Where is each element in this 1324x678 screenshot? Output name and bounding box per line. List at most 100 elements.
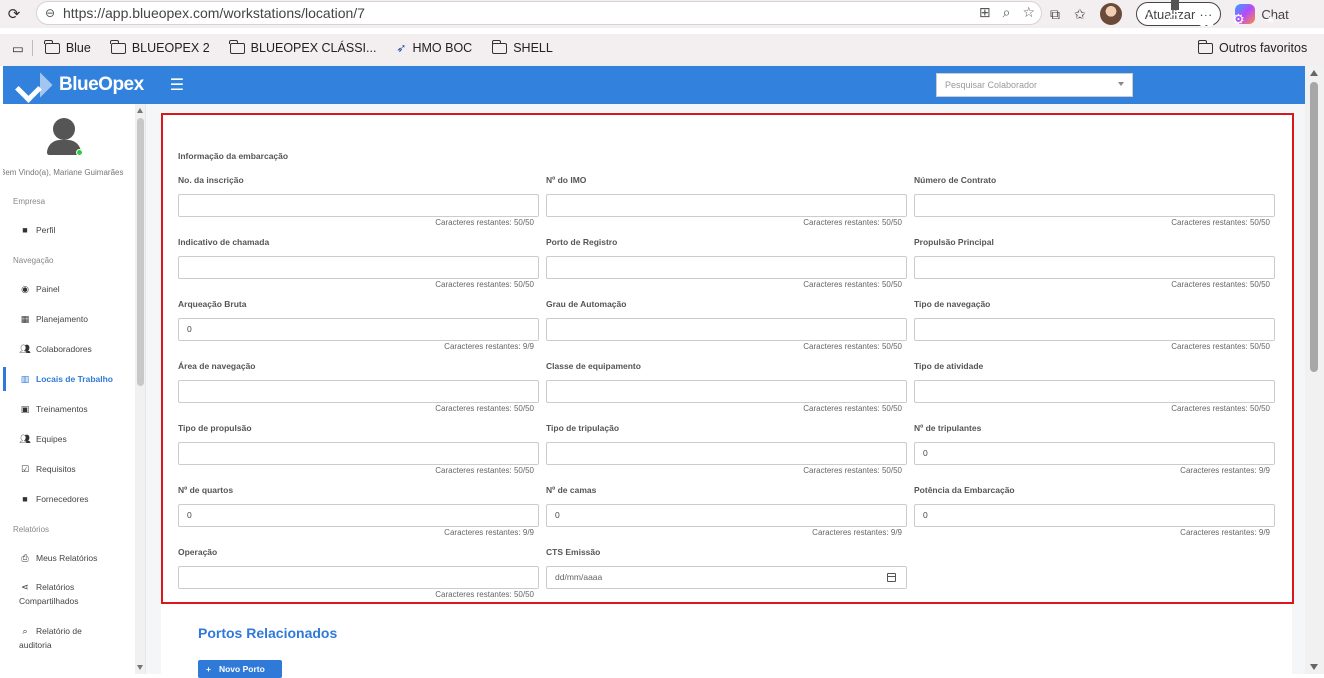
char-counter: Caracteres restantes: 50/50 — [435, 218, 534, 227]
app-available-icon[interactable]: ⊞ — [979, 4, 991, 21]
sidebar-item-perfil[interactable]: ■ Perfil — [3, 218, 135, 242]
sidebar-item-fornecedores[interactable]: ■ Fornecedores — [3, 487, 135, 511]
checkbox-icon: ☑ — [20, 463, 30, 474]
novo-porto-label: Novo Porto — [218, 664, 265, 674]
text-input[interactable] — [178, 194, 539, 217]
download-icon[interactable]: ⭳ — [1146, 7, 1151, 31]
sidebar-item-relatorios-compartilhados[interactable]: ⋖ Relatórios Compartilhados — [3, 578, 135, 608]
char-counter: Caracteres restantes: 50/50 — [803, 218, 902, 227]
sidebar-item-colaboradores[interactable]: 👥︎ Colaboradores — [3, 337, 135, 361]
scroll-down-icon[interactable] — [137, 665, 143, 670]
url-text[interactable]: https://app.blueopex.com/workstations/lo… — [63, 5, 365, 21]
text-input[interactable]: 0 — [178, 318, 539, 341]
text-input[interactable] — [914, 318, 1275, 341]
sidebar-item-locais-de-trabalho[interactable]: ▥ Locais de Trabalho — [3, 367, 135, 391]
field-label: Propulsão Principal — [914, 237, 994, 247]
calendar-icon: ▦ — [20, 313, 30, 324]
input-value: 0 — [923, 510, 928, 520]
text-input[interactable] — [914, 256, 1275, 279]
logo-mark-icon — [19, 74, 51, 96]
bookmark-label: SHELL — [513, 41, 553, 55]
scroll-up-icon[interactable] — [1310, 70, 1318, 76]
menu-toggle-icon[interactable]: ☰ — [170, 75, 184, 95]
profile-avatar[interactable] — [1099, 3, 1122, 25]
section-navegacao: Navegação — [13, 256, 54, 265]
bookmark-hmo-boc[interactable]: ➶ HMO BOC — [396, 41, 472, 55]
gear-icon[interactable]: ⚙ — [1232, 11, 1245, 28]
sidebar-item-label: Treinamentos — [36, 404, 88, 414]
text-input[interactable] — [546, 194, 907, 217]
text-input[interactable] — [178, 442, 539, 465]
address-bar[interactable]: ⊖ https://app.blueopex.com/workstations/… — [36, 1, 1042, 25]
brand-name: BlueOpex — [59, 74, 144, 95]
bookmark-shell[interactable]: SHELL — [491, 39, 553, 55]
reload-icon[interactable]: ⟳ — [0, 0, 28, 28]
brand-logo[interactable]: BlueOpex — [19, 74, 144, 96]
text-input[interactable] — [546, 380, 907, 403]
field-label: Tipo de tripulação — [546, 423, 620, 433]
user-avatar — [47, 118, 83, 156]
bookmark-blueopex-classico[interactable]: BLUEOPEX CLÁSSI... — [229, 39, 376, 55]
sidebar: Bem Vindo(a), Mariane Guimarães Empresa … — [3, 104, 146, 674]
field-label: Nº de quartos — [178, 485, 234, 495]
vessel-info-title: Informação da embarcação — [178, 151, 289, 161]
text-input[interactable]: 0 — [914, 504, 1275, 527]
sidebar-item-label: Perfil — [36, 225, 56, 235]
sidebar-item-equipes[interactable]: 👥︎ Equipes — [3, 427, 135, 451]
site-info-icon[interactable]: ⊖ — [37, 6, 63, 20]
zoom-icon[interactable]: ⌕ — [1003, 4, 1011, 21]
bookmark-label: Outros favoritos — [1219, 41, 1308, 55]
text-input[interactable] — [914, 380, 1275, 403]
novo-porto-button[interactable]: + Novo Porto — [198, 660, 282, 678]
folder-icon — [491, 39, 508, 54]
text-input[interactable] — [178, 256, 539, 279]
field-label: Tipo de propulsão — [178, 423, 252, 433]
sidebar-item-treinamentos[interactable]: ▣ Treinamentos — [3, 397, 135, 421]
date-input[interactable]: dd/mm/aaaa — [546, 566, 907, 589]
sidebar-item-planejamento[interactable]: ▦ Planejamento — [3, 307, 135, 331]
input-value: 0 — [923, 448, 928, 458]
support-icon[interactable]: ☊ — [1168, 11, 1180, 28]
scroll-down-icon[interactable] — [1310, 664, 1318, 670]
field-label: Nº de tripulantes — [914, 423, 982, 433]
sidebar-item-label: Fornecedores — [36, 494, 89, 504]
scrollbar-thumb[interactable] — [137, 118, 144, 386]
plus-icon: + — [206, 664, 211, 674]
bookmark-other-favorites[interactable]: Outros favoritos — [1197, 39, 1308, 55]
sidebar-item-painel[interactable]: ◉ Painel — [3, 277, 135, 301]
page-scrollbar[interactable] — [1305, 66, 1324, 674]
label-line: Relatório de — [36, 626, 82, 636]
tab-actions-icon[interactable]: ▭ — [12, 41, 24, 56]
bookmark-blue[interactable]: Blue — [44, 39, 91, 55]
text-input[interactable] — [546, 318, 907, 341]
text-input[interactable] — [546, 442, 907, 465]
sidebar-scrollbar[interactable] — [135, 104, 145, 674]
text-input[interactable]: 0 — [914, 442, 1275, 465]
favorite-star-icon[interactable]: ☆ — [1022, 4, 1035, 21]
text-input[interactable] — [178, 380, 539, 403]
field-label: Classe de equipamento — [546, 361, 641, 371]
scrollbar-thumb[interactable] — [1310, 82, 1318, 372]
sidebar-item-requisitos[interactable]: ☑ Requisitos — [3, 457, 135, 481]
sidebar-item-relatorio-auditoria[interactable]: ⌕ Relatório de auditoria — [3, 622, 135, 652]
extensions-icon[interactable]: ⧉ — [1050, 6, 1060, 23]
text-input[interactable]: 0 — [178, 504, 539, 527]
label-line: Compartilhados — [19, 596, 79, 606]
text-input[interactable] — [914, 194, 1275, 217]
search-colaborador-select[interactable]: Pesquisar Colaborador — [936, 73, 1133, 97]
sidebar-item-meus-relatorios[interactable]: ⎙ Meus Relatórios — [3, 546, 135, 570]
field-label: No. da inscrição — [178, 175, 244, 185]
char-counter: Caracteres restantes: 50/50 — [803, 404, 902, 413]
text-input[interactable] — [546, 256, 907, 279]
char-counter: Caracteres restantes: 50/50 — [1171, 342, 1270, 351]
scroll-up-icon[interactable] — [137, 108, 143, 113]
calendar-icon[interactable] — [887, 573, 896, 582]
logout-icon[interactable]: ⇥ — [1262, 11, 1274, 28]
char-counter: Caracteres restantes: 50/50 — [1171, 218, 1270, 227]
text-input[interactable]: 0 — [546, 504, 907, 527]
text-input[interactable] — [178, 566, 539, 589]
favorites-icon[interactable]: ✩ — [1074, 6, 1086, 23]
bell-icon[interactable]: 🔔︎ — [1197, 11, 1215, 28]
bookmark-label: BLUEOPEX 2 — [131, 41, 210, 55]
bookmark-blueopex-2[interactable]: BLUEOPEX 2 — [110, 39, 210, 55]
